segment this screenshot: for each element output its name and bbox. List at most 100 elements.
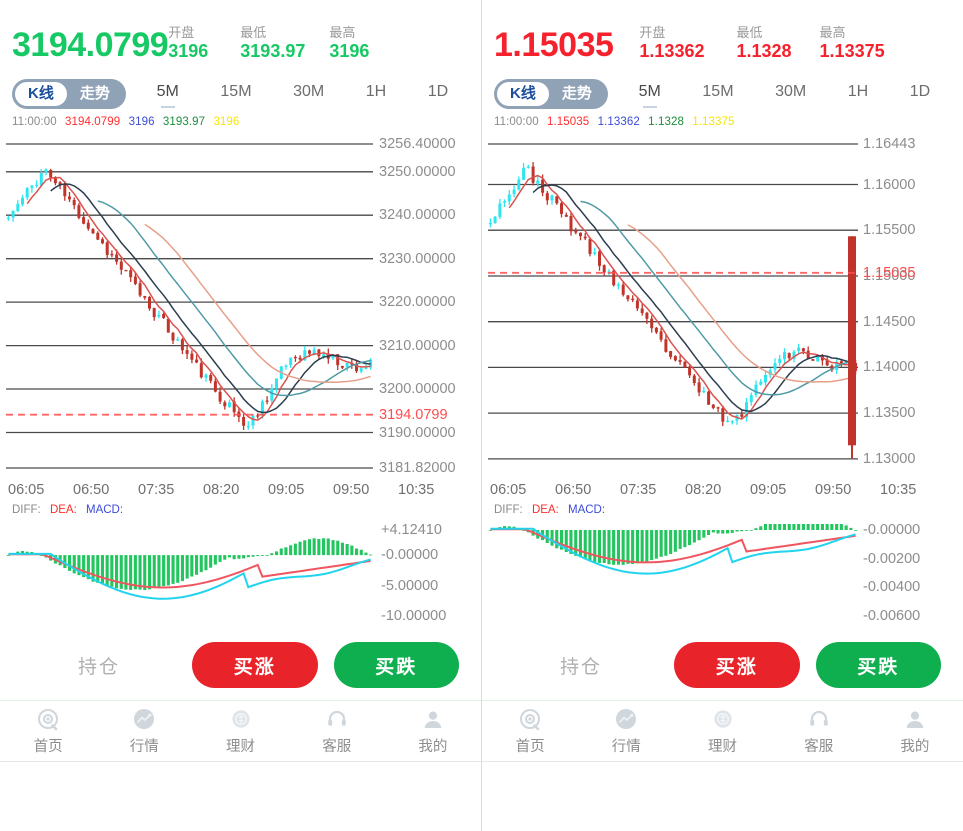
tab-15m-left[interactable]: 15M	[220, 83, 251, 106]
ohlc-close: 1.15035	[547, 116, 590, 128]
low-stat-right: 最低 1.1328	[736, 25, 792, 62]
ohlc-high: 3196	[213, 116, 240, 128]
holding-button-left[interactable]: 持仓	[14, 652, 184, 679]
nav-item-profile-left[interactable]: 我的	[385, 707, 481, 756]
tab-30m-right[interactable]: 30M	[775, 83, 806, 106]
macd-diff-label: DIFF:	[494, 504, 523, 516]
macd-legend-right: DIFF: DEA: MACD:	[482, 498, 963, 516]
tab-5m-left[interactable]: 5M	[157, 83, 179, 108]
nav-item-market-right[interactable]: 行情	[578, 707, 674, 756]
ohlc-legend-right: 11:00:00 1.15035 1.13362 1.1328 1.13375	[482, 114, 963, 128]
nav-item-market-left[interactable]: 行情	[96, 707, 192, 756]
high-stat-right: 最高 1.13375	[819, 25, 885, 62]
x-tick: 06:50	[555, 482, 592, 498]
tab-1h-left[interactable]: 1H	[366, 83, 386, 106]
nav-item-support-left[interactable]: 客服	[289, 707, 385, 756]
tab-30m-left[interactable]: 30M	[293, 83, 324, 106]
segment-kline-right[interactable]: K线	[497, 82, 549, 106]
buy-up-button-left[interactable]: 买涨	[192, 642, 318, 688]
home-icon	[517, 707, 543, 733]
nav-item-support-right[interactable]: 客服	[771, 707, 867, 756]
chart-type-segmented-control-right[interactable]: K线 走势	[494, 79, 608, 109]
buy-down-button-right[interactable]: 买跌	[815, 642, 941, 688]
chart-type-segmented-control-left[interactable]: K线 走势	[12, 79, 126, 109]
buy-up-button-right[interactable]: 买涨	[674, 642, 800, 688]
ohlc-low: 1.1328	[648, 116, 684, 128]
x-tick: 08:20	[685, 482, 722, 498]
x-tick: 07:35	[620, 482, 657, 498]
chart-controls-left: K线 走势 5M 15M 30M 1H 1D	[0, 74, 481, 114]
nav-item-home-right[interactable]: 首页	[482, 707, 578, 756]
headset-support-icon	[324, 707, 350, 733]
timeframe-tabs-left: 5M 15M 30M 1H 1D	[136, 83, 469, 108]
open-value: 3196	[168, 41, 209, 62]
nav-label: 理财	[708, 738, 737, 755]
high-value: 3196	[329, 41, 370, 62]
holding-button-right[interactable]: 持仓	[496, 652, 666, 679]
chart-panel-right: 1.15035 开盘 1.13362 最低 1.1328 最高 1.13375 …	[481, 0, 963, 831]
nav-label: 首页	[33, 738, 63, 755]
x-axis-left: 06:05 06:50 07:35 08:20 09:05 09:50 10:3…	[0, 482, 481, 498]
tab-15m-right[interactable]: 15M	[702, 83, 733, 106]
macd-legend-left: DIFF: DEA: MACD:	[0, 498, 481, 516]
open-stat-left: 开盘 3196	[168, 25, 209, 62]
market-trend-icon	[131, 707, 157, 733]
ohlc-legend-left: 11:00:00 3194.0799 3196 3193.97 3196	[0, 114, 481, 128]
nav-label: 首页	[515, 738, 545, 755]
x-tick: 06:50	[73, 482, 110, 498]
nav-label: 行情	[611, 738, 641, 755]
candlestick-chart-left[interactable]: 3256.40000 3250.00000 3240.00000 3230.00000…	[0, 130, 481, 480]
nav-item-finance-right[interactable]: 理财	[674, 707, 770, 756]
open-stat-right: 开盘 1.13362	[639, 25, 705, 62]
high-stat-left: 最高 3196	[329, 25, 370, 62]
ohlc-time: 11:00:00	[494, 116, 539, 128]
bottom-nav-right: 首页 行情 理财 客服 我的	[482, 700, 963, 762]
nav-item-finance-left[interactable]: 理财	[192, 707, 288, 756]
high-value: 1.13375	[819, 41, 885, 62]
low-value: 1.1328	[736, 41, 792, 62]
last-price-left: 3194.0799	[12, 26, 169, 64]
nav-label: 客服	[322, 738, 352, 755]
user-profile-icon	[902, 707, 928, 733]
nav-item-home-left[interactable]: 首页	[0, 707, 96, 756]
low-value: 3193.97	[240, 41, 306, 62]
macd-chart-left[interactable]: +4.12410 -0.00000 -5.00000 -10.00000	[0, 524, 481, 624]
macd-macd-label: MACD:	[86, 504, 124, 516]
segment-trend-left[interactable]: 走势	[67, 82, 123, 106]
buy-down-button-left[interactable]: 买跌	[333, 642, 459, 688]
low-stat-left: 最低 3193.97	[240, 25, 306, 62]
chart-controls-right: K线 走势 5M 15M 30M 1H 1D	[482, 74, 963, 114]
x-tick: 08:20	[203, 482, 240, 498]
tab-1d-right[interactable]: 1D	[910, 83, 930, 106]
ohlc-open: 3196	[128, 116, 155, 128]
x-axis-right: 06:05 06:50 07:35 08:20 09:05 09:50 10:3…	[482, 482, 963, 498]
ohlc-low: 3193.97	[162, 116, 206, 128]
action-bar-left: 持仓 买涨 买跌	[0, 630, 481, 700]
nav-label: 我的	[418, 738, 448, 755]
chart-panel-left: 3194.0799 开盘 3196 最低 3193.97 最高 3196 K线 …	[0, 0, 481, 831]
nav-label: 理财	[226, 738, 255, 755]
nav-label: 行情	[129, 738, 159, 755]
x-tick: 10:35	[880, 482, 917, 498]
tab-1h-right[interactable]: 1H	[848, 83, 868, 106]
tab-1d-left[interactable]: 1D	[428, 83, 448, 106]
segment-trend-right[interactable]: 走势	[549, 82, 605, 106]
nav-item-profile-right[interactable]: 我的	[867, 707, 963, 756]
open-value: 1.13362	[639, 41, 705, 62]
x-tick: 09:50	[333, 482, 370, 498]
candlestick-chart-right[interactable]: 1.16443 1.16000 1.15500 1.15000 1.14500 1.140…	[482, 130, 963, 480]
x-tick: 06:05	[490, 482, 527, 498]
action-bar-right: 持仓 买涨 买跌	[482, 630, 963, 700]
macd-dea-label: DEA:	[531, 504, 559, 516]
x-tick: 07:35	[138, 482, 175, 498]
open-label: 开盘	[168, 25, 195, 41]
segment-kline-left[interactable]: K线	[15, 82, 67, 106]
x-tick: 09:05	[268, 482, 305, 498]
tab-5m-right[interactable]: 5M	[639, 83, 661, 108]
quote-header-right: 1.15035 开盘 1.13362 最低 1.1328 最高 1.13375	[482, 0, 963, 62]
quote-header-left: 3194.0799 开盘 3196 最低 3193.97 最高 3196	[0, 0, 481, 62]
timeframe-tabs-right: 5M 15M 30M 1H 1D	[618, 83, 951, 108]
finance-icon	[228, 707, 254, 733]
macd-chart-right[interactable]: -0.00000 -0.00200 -0.00400 -0.00600	[482, 513, 963, 624]
open-label: 开盘	[639, 25, 666, 41]
